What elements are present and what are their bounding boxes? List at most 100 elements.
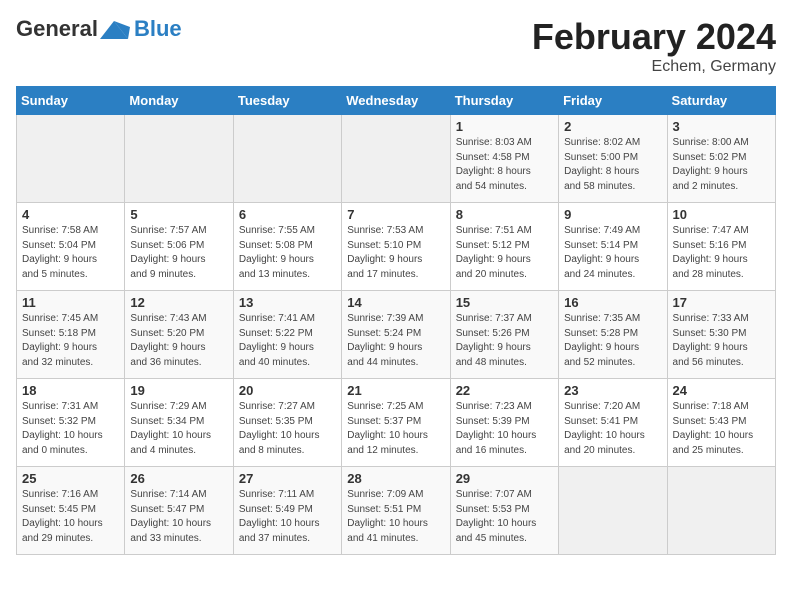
day-info: Sunrise: 7:09 AM Sunset: 5:51 PM Dayligh… bbox=[347, 488, 444, 546]
day-number: 15 bbox=[456, 295, 553, 310]
day-number: 26 bbox=[130, 471, 227, 486]
logo-icon bbox=[100, 19, 130, 41]
day-number: 18 bbox=[22, 383, 119, 398]
calendar-cell bbox=[17, 115, 125, 203]
calendar-cell: 19 Sunrise: 7:29 AM Sunset: 5:34 PM Dayli… bbox=[125, 379, 233, 467]
logo-blue: Blue bbox=[134, 16, 182, 42]
day-number: 8 bbox=[456, 207, 553, 222]
day-number: 29 bbox=[456, 471, 553, 486]
calendar-cell: 3 Sunrise: 8:00 AM Sunset: 5:02 PM Daylig… bbox=[667, 115, 775, 203]
weekday-header-wednesday: Wednesday bbox=[342, 87, 450, 115]
calendar-cell: 11 Sunrise: 7:45 AM Sunset: 5:18 PM Dayli… bbox=[17, 291, 125, 379]
day-info: Sunrise: 7:29 AM Sunset: 5:34 PM Dayligh… bbox=[130, 400, 227, 458]
day-number: 14 bbox=[347, 295, 444, 310]
day-number: 27 bbox=[239, 471, 336, 486]
day-info: Sunrise: 7:31 AM Sunset: 5:32 PM Dayligh… bbox=[22, 400, 119, 458]
day-number: 20 bbox=[239, 383, 336, 398]
location-label: Echem, Germany bbox=[532, 58, 776, 76]
day-number: 21 bbox=[347, 383, 444, 398]
day-info: Sunrise: 7:45 AM Sunset: 5:18 PM Dayligh… bbox=[22, 312, 119, 370]
day-info: Sunrise: 7:51 AM Sunset: 5:12 PM Dayligh… bbox=[456, 224, 553, 282]
day-number: 11 bbox=[22, 295, 119, 310]
calendar-cell: 12 Sunrise: 7:43 AM Sunset: 5:20 PM Dayli… bbox=[125, 291, 233, 379]
day-info: Sunrise: 7:39 AM Sunset: 5:24 PM Dayligh… bbox=[347, 312, 444, 370]
logo: General Blue bbox=[16, 16, 182, 42]
month-title: February 2024 bbox=[532, 16, 776, 58]
calendar-cell: 27 Sunrise: 7:11 AM Sunset: 5:49 PM Dayli… bbox=[233, 467, 341, 555]
calendar-table: SundayMondayTuesdayWednesdayThursdayFrid… bbox=[16, 86, 776, 555]
calendar-cell: 16 Sunrise: 7:35 AM Sunset: 5:28 PM Dayli… bbox=[559, 291, 667, 379]
day-info: Sunrise: 7:35 AM Sunset: 5:28 PM Dayligh… bbox=[564, 312, 661, 370]
title-block: February 2024 Echem, Germany bbox=[532, 16, 776, 76]
day-info: Sunrise: 7:16 AM Sunset: 5:45 PM Dayligh… bbox=[22, 488, 119, 546]
calendar-cell: 26 Sunrise: 7:14 AM Sunset: 5:47 PM Dayli… bbox=[125, 467, 233, 555]
day-info: Sunrise: 7:58 AM Sunset: 5:04 PM Dayligh… bbox=[22, 224, 119, 282]
day-info: Sunrise: 8:03 AM Sunset: 4:58 PM Dayligh… bbox=[456, 136, 553, 194]
day-number: 9 bbox=[564, 207, 661, 222]
calendar-cell: 10Sunrise: 7:47 AM Sunset: 5:16 PM Dayli… bbox=[667, 203, 775, 291]
calendar-cell: 25 Sunrise: 7:16 AM Sunset: 5:45 PM Dayli… bbox=[17, 467, 125, 555]
day-number: 4 bbox=[22, 207, 119, 222]
logo-text: General bbox=[16, 17, 132, 41]
day-number: 10 bbox=[673, 207, 770, 222]
calendar-cell: 2 Sunrise: 8:02 AM Sunset: 5:00 PM Daylig… bbox=[559, 115, 667, 203]
calendar-cell: 24Sunrise: 7:18 AM Sunset: 5:43 PM Dayli… bbox=[667, 379, 775, 467]
day-info: Sunrise: 7:11 AM Sunset: 5:49 PM Dayligh… bbox=[239, 488, 336, 546]
calendar-cell bbox=[233, 115, 341, 203]
calendar-cell: 14 Sunrise: 7:39 AM Sunset: 5:24 PM Dayli… bbox=[342, 291, 450, 379]
calendar-cell bbox=[342, 115, 450, 203]
calendar-cell: 1 Sunrise: 8:03 AM Sunset: 4:58 PM Daylig… bbox=[450, 115, 558, 203]
day-number: 3 bbox=[673, 119, 770, 134]
day-number: 16 bbox=[564, 295, 661, 310]
weekday-header-thursday: Thursday bbox=[450, 87, 558, 115]
weekday-header-saturday: Saturday bbox=[667, 87, 775, 115]
calendar-cell bbox=[125, 115, 233, 203]
day-number: 24 bbox=[673, 383, 770, 398]
day-info: Sunrise: 7:25 AM Sunset: 5:37 PM Dayligh… bbox=[347, 400, 444, 458]
calendar-cell: 7 Sunrise: 7:53 AM Sunset: 5:10 PM Daylig… bbox=[342, 203, 450, 291]
day-info: Sunrise: 7:20 AM Sunset: 5:41 PM Dayligh… bbox=[564, 400, 661, 458]
day-info: Sunrise: 8:02 AM Sunset: 5:00 PM Dayligh… bbox=[564, 136, 661, 194]
calendar-cell: 23 Sunrise: 7:20 AM Sunset: 5:41 PM Dayli… bbox=[559, 379, 667, 467]
calendar-cell bbox=[667, 467, 775, 555]
calendar-cell: 8 Sunrise: 7:51 AM Sunset: 5:12 PM Daylig… bbox=[450, 203, 558, 291]
calendar-cell: 18 Sunrise: 7:31 AM Sunset: 5:32 PM Dayli… bbox=[17, 379, 125, 467]
day-info: Sunrise: 7:37 AM Sunset: 5:26 PM Dayligh… bbox=[456, 312, 553, 370]
calendar-cell bbox=[559, 467, 667, 555]
day-number: 1 bbox=[456, 119, 553, 134]
weekday-header-tuesday: Tuesday bbox=[233, 87, 341, 115]
calendar-cell: 29Sunrise: 7:07 AM Sunset: 5:53 PM Dayli… bbox=[450, 467, 558, 555]
day-number: 7 bbox=[347, 207, 444, 222]
day-info: Sunrise: 7:14 AM Sunset: 5:47 PM Dayligh… bbox=[130, 488, 227, 546]
day-info: Sunrise: 7:57 AM Sunset: 5:06 PM Dayligh… bbox=[130, 224, 227, 282]
day-info: Sunrise: 8:00 AM Sunset: 5:02 PM Dayligh… bbox=[673, 136, 770, 194]
calendar-cell: 9Sunrise: 7:49 AM Sunset: 5:14 PM Daylig… bbox=[559, 203, 667, 291]
day-info: Sunrise: 7:33 AM Sunset: 5:30 PM Dayligh… bbox=[673, 312, 770, 370]
page-header: General Blue February 2024 Echem, German… bbox=[16, 16, 776, 76]
calendar-cell: 28 Sunrise: 7:09 AM Sunset: 5:51 PM Dayli… bbox=[342, 467, 450, 555]
day-number: 19 bbox=[130, 383, 227, 398]
day-info: Sunrise: 7:43 AM Sunset: 5:20 PM Dayligh… bbox=[130, 312, 227, 370]
calendar-cell: 22 Sunrise: 7:23 AM Sunset: 5:39 PM Dayli… bbox=[450, 379, 558, 467]
day-number: 12 bbox=[130, 295, 227, 310]
day-info: Sunrise: 7:41 AM Sunset: 5:22 PM Dayligh… bbox=[239, 312, 336, 370]
day-info: Sunrise: 7:55 AM Sunset: 5:08 PM Dayligh… bbox=[239, 224, 336, 282]
day-number: 2 bbox=[564, 119, 661, 134]
day-info: Sunrise: 7:27 AM Sunset: 5:35 PM Dayligh… bbox=[239, 400, 336, 458]
day-number: 28 bbox=[347, 471, 444, 486]
day-info: Sunrise: 7:53 AM Sunset: 5:10 PM Dayligh… bbox=[347, 224, 444, 282]
day-info: Sunrise: 7:23 AM Sunset: 5:39 PM Dayligh… bbox=[456, 400, 553, 458]
day-number: 5 bbox=[130, 207, 227, 222]
day-number: 25 bbox=[22, 471, 119, 486]
day-number: 22 bbox=[456, 383, 553, 398]
calendar-cell: 15 Sunrise: 7:37 AM Sunset: 5:26 PM Dayli… bbox=[450, 291, 558, 379]
calendar-cell: 17 Sunrise: 7:33 AM Sunset: 5:30 PM Dayli… bbox=[667, 291, 775, 379]
calendar-cell: 20 Sunrise: 7:27 AM Sunset: 5:35 PM Dayli… bbox=[233, 379, 341, 467]
weekday-header-sunday: Sunday bbox=[17, 87, 125, 115]
day-number: 6 bbox=[239, 207, 336, 222]
day-number: 13 bbox=[239, 295, 336, 310]
day-number: 23 bbox=[564, 383, 661, 398]
calendar-cell: 6 Sunrise: 7:55 AM Sunset: 5:08 PM Daylig… bbox=[233, 203, 341, 291]
day-number: 17 bbox=[673, 295, 770, 310]
calendar-cell: 21 Sunrise: 7:25 AM Sunset: 5:37 PM Dayli… bbox=[342, 379, 450, 467]
